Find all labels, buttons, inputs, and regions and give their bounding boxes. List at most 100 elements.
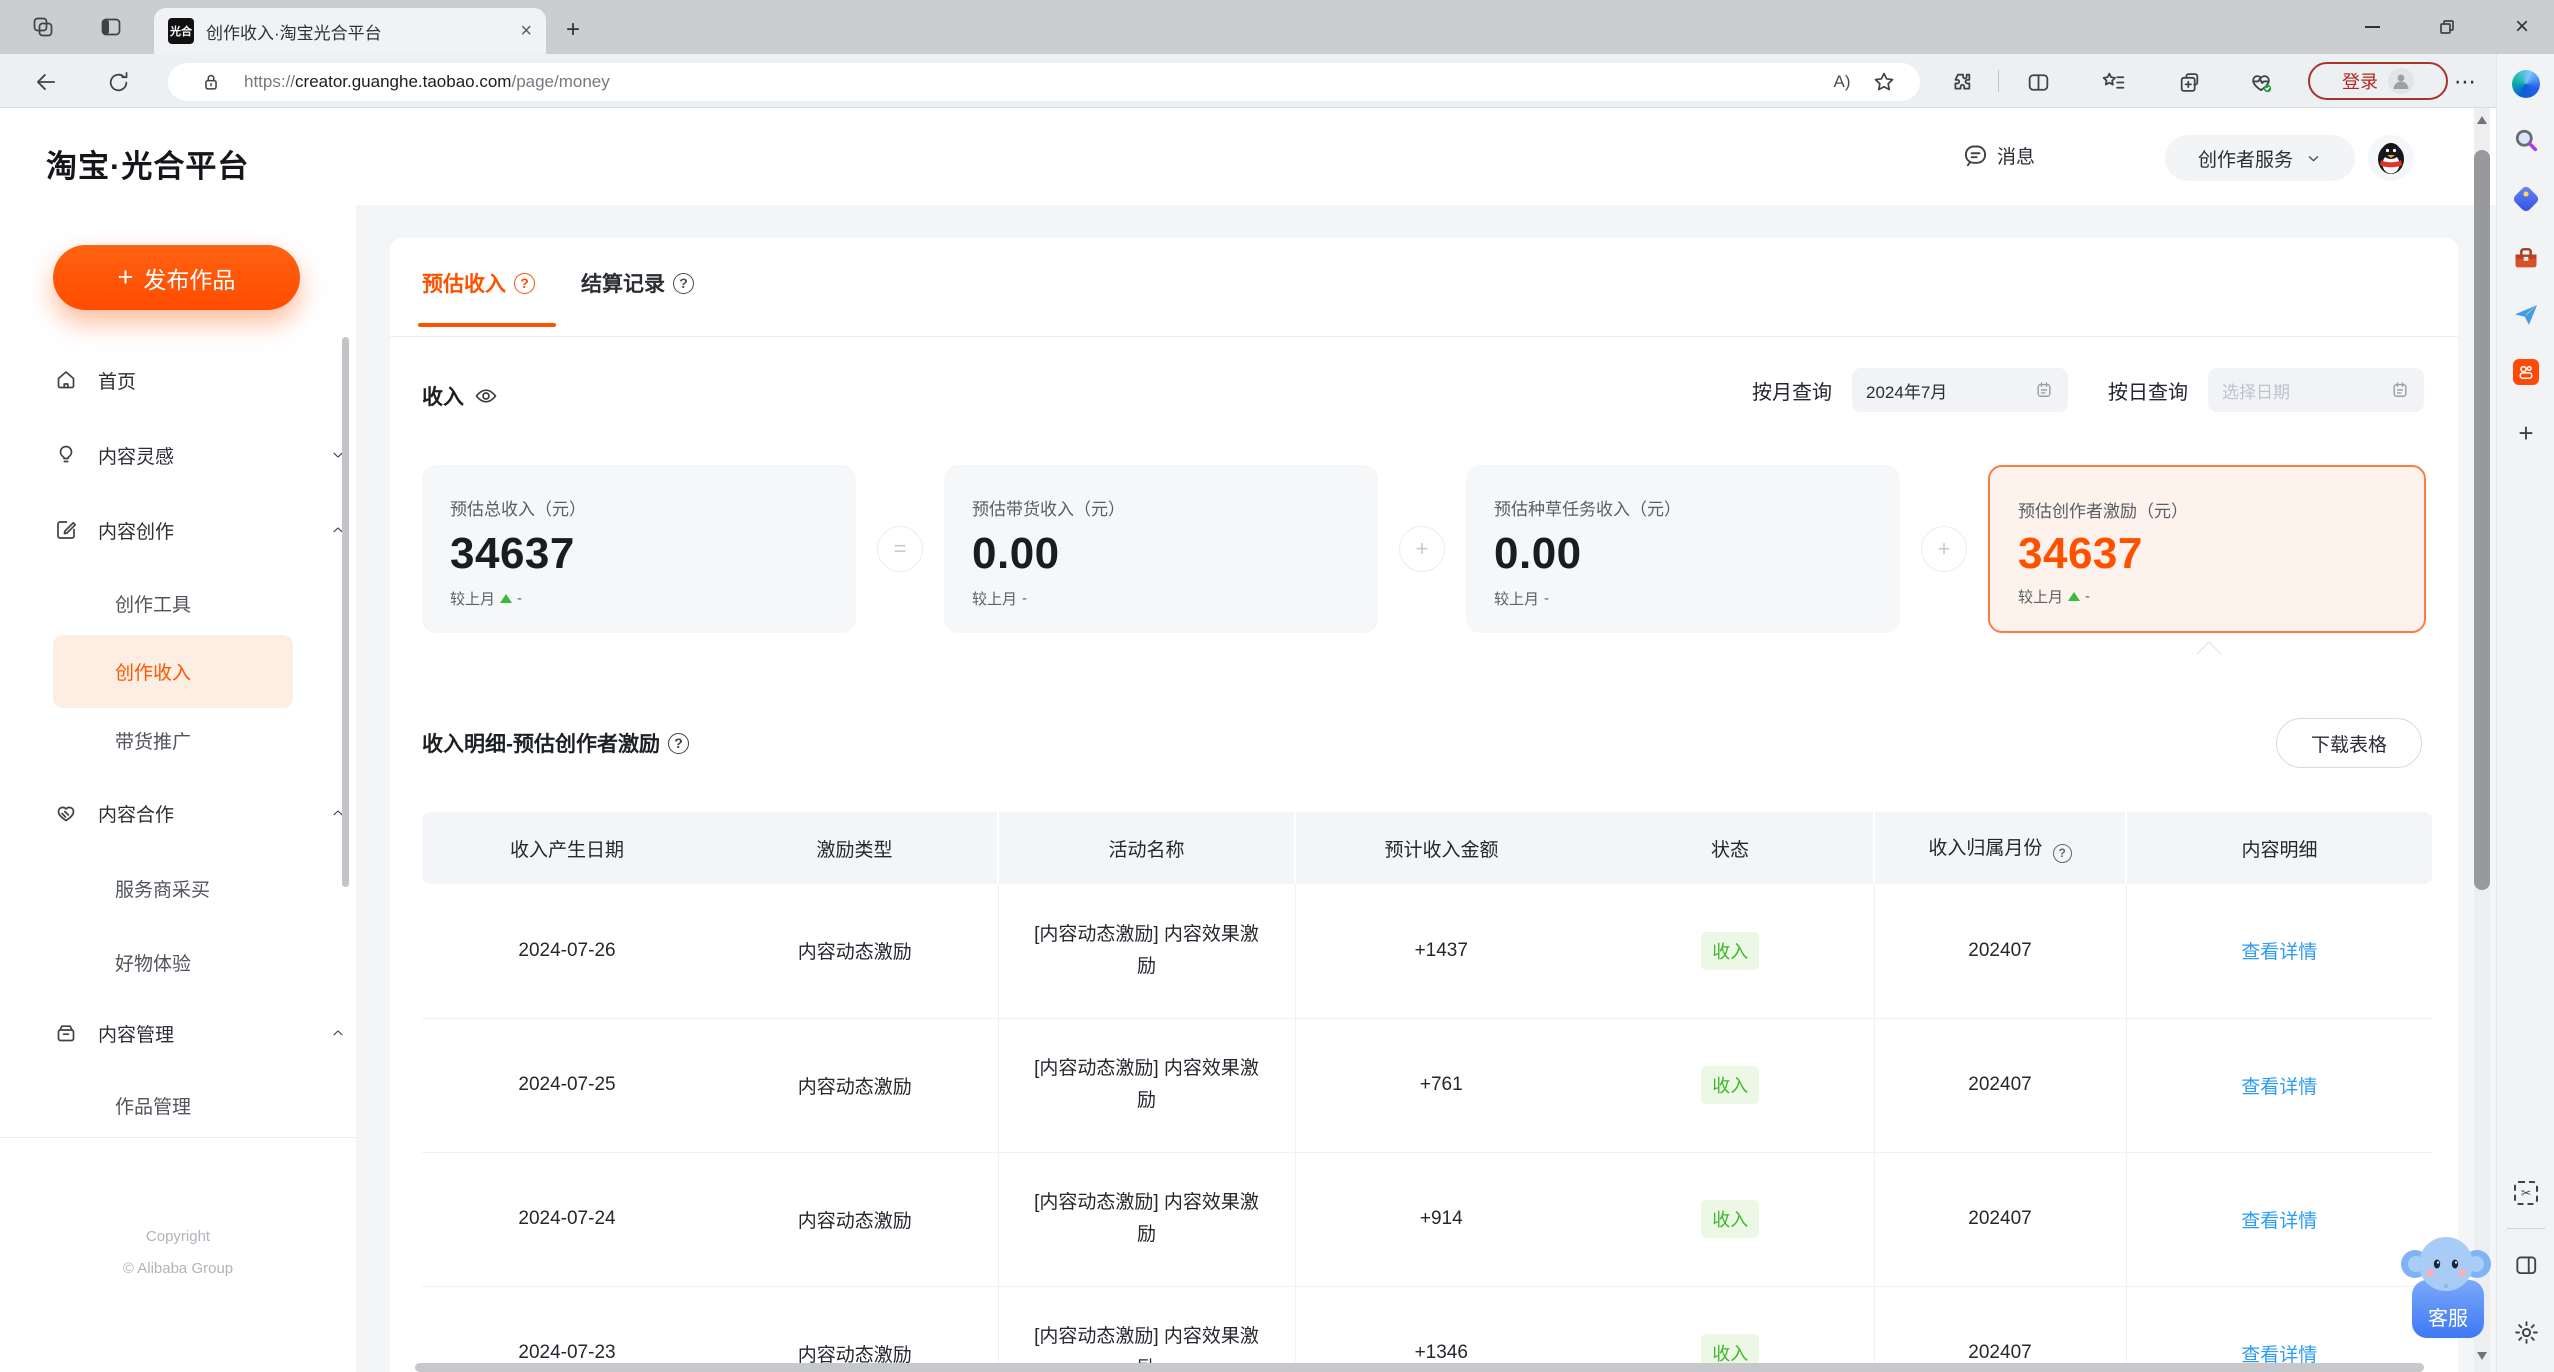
help-icon[interactable]: ?: [668, 732, 689, 754]
view-detail-link[interactable]: 查看详情: [2241, 1077, 2317, 1098]
home-icon: [54, 368, 78, 392]
copilot-icon[interactable]: [2511, 69, 2541, 99]
day-picker-input[interactable]: 选择日期: [2208, 368, 2424, 412]
tab-actions-icon[interactable]: [98, 14, 124, 40]
month-picker-input[interactable]: 2024年7月: [1852, 368, 2068, 412]
sidebar-item-promotion[interactable]: 带货推广: [115, 727, 191, 753]
tab-settlement-record[interactable]: 结算记录 ?: [581, 268, 694, 298]
messages-label: 消息: [1997, 147, 2036, 168]
search-icon[interactable]: [2511, 125, 2541, 155]
kuaishou-icon[interactable]: [2511, 357, 2541, 387]
stat-card-task-income[interactable]: 预估种草任务收入（元） 0.00 较上月 -: [1466, 465, 1900, 633]
operator-equals: =: [877, 526, 923, 572]
date-filters: 按月查询 2024年7月 按日查询 选择日期: [1752, 368, 2424, 412]
help-icon[interactable]: ?: [673, 272, 694, 294]
month-query-label: 按月查询: [1752, 381, 1832, 404]
site-favicon: 光合: [168, 18, 194, 44]
window-minimize-button[interactable]: [2349, 0, 2395, 54]
user-avatar[interactable]: [2368, 135, 2414, 181]
eye-icon[interactable]: [474, 384, 498, 408]
browser-tab-active[interactable]: 光合 创作收入·淘宝光合平台 ×: [154, 8, 546, 54]
col-activity: 活动名称: [997, 812, 1295, 884]
restore-icon: [2437, 17, 2457, 37]
sidebar-item-creation[interactable]: 内容创作: [54, 517, 343, 543]
collections-icon[interactable]: [2176, 69, 2202, 95]
browser-toolbar: https://creator.guanghe.taobao.com/page/…: [0, 54, 2496, 108]
plus-icon: +: [117, 262, 134, 292]
sidebar-item-service-buy[interactable]: 服务商采买: [115, 875, 210, 901]
toolbox-icon[interactable]: [2511, 243, 2541, 273]
favorite-star-icon[interactable]: [1862, 70, 1906, 94]
scroll-up-arrow[interactable]: [2477, 116, 2487, 124]
download-table-button[interactable]: 下载表格: [2276, 718, 2422, 768]
window-close-button[interactable]: ×: [2499, 0, 2545, 54]
browser-essentials-icon[interactable]: [2248, 69, 2274, 95]
archive-box-icon: [54, 1021, 78, 1045]
table-row: 2024-07-26 内容动态激励 [内容动态激励] 内容效果激励 +1437 …: [422, 884, 2432, 1019]
operator-plus: +: [1921, 526, 1967, 572]
sidebar-item-goods-trial[interactable]: 好物体验: [115, 949, 191, 975]
address-bar[interactable]: https://creator.guanghe.taobao.com/page/…: [168, 63, 1920, 101]
day-query-label: 按日查询: [2108, 381, 2188, 404]
minimize-icon: [2364, 26, 2380, 28]
shopping-tag-icon[interactable]: [2511, 184, 2541, 214]
sidebar-item-cooperation[interactable]: 内容合作: [54, 800, 343, 826]
elephant-mascot-icon: [2401, 1237, 2491, 1291]
stat-card-creator-incentive[interactable]: 预估创作者激励（元） 34637 较上月 -: [1988, 465, 2426, 633]
operator-plus: +: [1399, 526, 1445, 572]
sidebar-panel-icon[interactable]: [2511, 1250, 2541, 1280]
publish-label: 发布作品: [143, 266, 236, 293]
col-date: 收入产生日期: [422, 812, 712, 884]
sidebar-item-tools[interactable]: 创作工具: [115, 590, 191, 616]
table-row: 2024-07-25 内容动态激励 [内容动态激励] 内容效果激励 +761 收…: [422, 1018, 2432, 1153]
customer-support-widget[interactable]: 客服: [2400, 1226, 2492, 1340]
sidebar-item-management[interactable]: 内容管理: [54, 1020, 343, 1046]
sidebar-item-inspiration[interactable]: 内容灵感: [54, 442, 343, 468]
workspaces-icon[interactable]: [30, 14, 56, 40]
tab-close-icon[interactable]: ×: [520, 20, 532, 43]
horizontal-scrollbar[interactable]: [415, 1363, 2424, 1372]
view-detail-link[interactable]: 查看详情: [2241, 1211, 2317, 1232]
vertical-scrollbar-thumb[interactable]: [2474, 150, 2490, 890]
lock-icon[interactable]: [200, 71, 222, 93]
table-row: 2024-07-23 内容动态激励 [内容动态激励] 内容效果激励 +1346 …: [422, 1286, 2432, 1372]
site-logo: 淘宝·光合平台: [46, 149, 250, 184]
col-status: 状态: [1587, 812, 1874, 884]
messages-button[interactable]: 消息: [1962, 142, 2035, 169]
extensions-icon[interactable]: [1947, 69, 1973, 95]
left-navigation: + 发布作品 首页 内容灵感 内容创作 创作工具 创作收入 带货推广 内容合作 …: [0, 205, 356, 1372]
favorites-hub-icon[interactable]: [2100, 69, 2126, 95]
refresh-icon[interactable]: [104, 68, 132, 96]
stat-card-sales-income[interactable]: 预估带货收入（元） 0.00 较上月 -: [944, 465, 1378, 633]
split-screen-icon[interactable]: [2025, 69, 2051, 95]
help-icon[interactable]: ?: [514, 272, 535, 294]
gear-icon[interactable]: [2511, 1317, 2541, 1347]
edge-sidebar: + ✂: [2496, 54, 2554, 1372]
new-tab-button[interactable]: +: [566, 18, 580, 42]
sidebar-item-home[interactable]: 首页: [54, 367, 136, 393]
sidebar-item-works[interactable]: 作品管理: [115, 1092, 191, 1118]
main-content-area: 预估收入 ? 结算记录 ? 收入 按月查询 2024年7月 按日查询 选择日期 …: [356, 205, 2496, 1372]
publish-button[interactable]: + 发布作品: [53, 245, 300, 310]
paper-plane-icon[interactable]: [2511, 300, 2541, 330]
detail-section-title: 收入明细-预估创作者激励 ?: [422, 728, 689, 758]
login-button[interactable]: 登录: [2308, 62, 2448, 100]
read-aloud-icon[interactable]: A): [1822, 72, 1862, 92]
sidebar-item-income-active[interactable]: 创作收入: [53, 635, 293, 708]
lightbulb-icon: [54, 443, 78, 467]
settings-more-icon[interactable]: ⋯: [2452, 69, 2478, 95]
back-icon[interactable]: [32, 68, 60, 96]
view-detail-link[interactable]: 查看详情: [2241, 942, 2317, 963]
add-sidebar-item-icon[interactable]: +: [2511, 418, 2541, 448]
stat-card-total-income[interactable]: 预估总收入（元） 34637 较上月 -: [422, 465, 856, 633]
screenshot-tool-icon[interactable]: ✂: [2511, 1178, 2541, 1208]
scissors-glyph: ✂: [2520, 1186, 2532, 1200]
status-badge: 收入: [1701, 1066, 1760, 1104]
sidebar-scrollbar[interactable]: [342, 337, 349, 887]
creator-service-menu[interactable]: 创作者服务: [2165, 135, 2355, 181]
table-row: 2024-07-24 内容动态激励 [内容动态激励] 内容效果激励 +914 收…: [422, 1152, 2432, 1287]
tab-estimated-income[interactable]: 预估收入 ?: [422, 268, 535, 298]
window-restore-button[interactable]: [2424, 0, 2470, 54]
help-icon[interactable]: ?: [2052, 843, 2072, 863]
scroll-down-arrow[interactable]: [2477, 1352, 2487, 1360]
